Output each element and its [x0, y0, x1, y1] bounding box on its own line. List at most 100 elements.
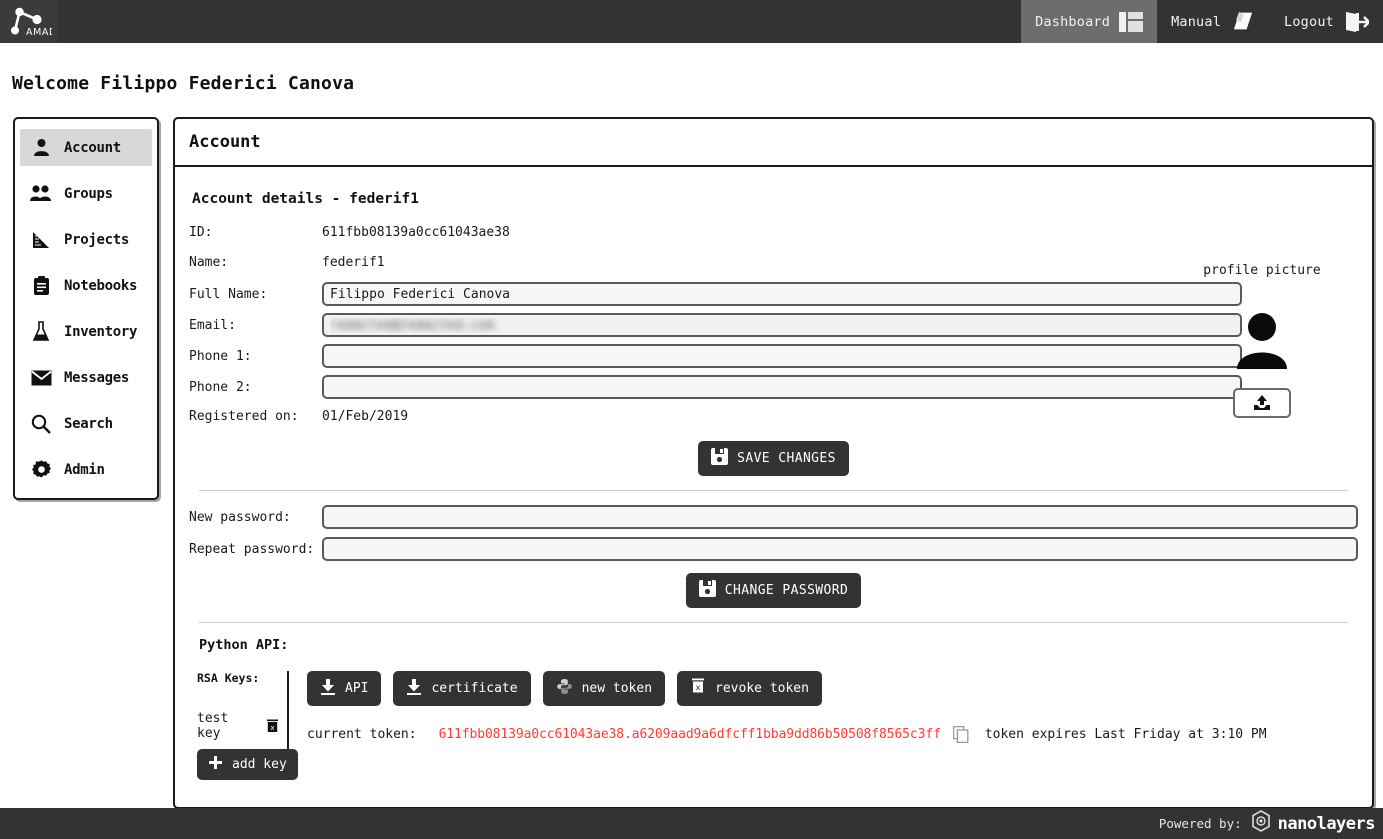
plus-icon	[208, 755, 223, 774]
registered-value: 01/Feb/2019	[322, 408, 409, 424]
change-password-button[interactable]: Change Password	[685, 573, 862, 608]
nav-dashboard[interactable]: Dashboard	[1021, 0, 1158, 43]
new-token-button[interactable]: new token	[542, 671, 666, 706]
save-icon	[711, 448, 729, 469]
phone2-input[interactable]	[322, 375, 1242, 399]
email-label: Email:	[189, 317, 236, 333]
person-icon	[30, 138, 52, 157]
sidebar-label-messages: Messages	[64, 369, 130, 386]
ruler-icon	[30, 230, 52, 250]
welcome-heading: Welcome Filippo Federici Canova	[12, 73, 355, 94]
page-title: Account	[189, 132, 261, 152]
clipboard-icon	[30, 275, 52, 296]
revoke-token-button[interactable]: x revoke token	[677, 671, 822, 706]
repeat-password-label: Repeat password:	[189, 541, 315, 557]
download-certificate-label: certificate	[431, 681, 518, 696]
new-password-label: New password:	[189, 509, 291, 525]
token-row: current token: 611fbb08139a0cc61043ae38.…	[307, 726, 1358, 743]
nav-logout[interactable]: Logout	[1270, 0, 1383, 43]
upload-icon	[1254, 395, 1270, 410]
account-form: ID: 611fbb08139a0cc61043ae38 Name: feder…	[189, 221, 1358, 427]
delete-icon[interactable]: x	[266, 719, 279, 733]
people-icon	[30, 184, 52, 203]
gear-icon	[30, 459, 52, 480]
nav-manual-label: Manual	[1171, 13, 1222, 30]
rsa-keys-column: RSA Keys: test key x add key	[189, 671, 298, 780]
avatar	[1231, 310, 1293, 376]
amad-logo-icon: AMAD	[10, 7, 52, 38]
save-changes-button[interactable]: Save Changes	[698, 441, 849, 476]
svg-text:x: x	[696, 683, 701, 692]
trash-icon: x	[690, 678, 706, 699]
revoke-token-label: revoke token	[715, 681, 809, 696]
change-password-row: Change Password	[189, 573, 1358, 608]
add-key-label: add key	[232, 757, 287, 772]
powered-by-label: Powered by:	[1158, 816, 1242, 831]
magnifier-icon	[30, 414, 52, 434]
sidebar-label-search: Search	[64, 415, 113, 432]
nanolayers-label: nanolayers	[1277, 813, 1376, 834]
add-key-button[interactable]: add key	[197, 749, 298, 780]
sidebar-item-notebooks[interactable]: Notebooks	[20, 267, 152, 304]
repeat-password-input[interactable]	[322, 537, 1358, 561]
id-value: 611fbb08139a0cc61043ae38	[322, 224, 510, 240]
python-api-heading: Python API:	[199, 637, 289, 653]
sidebar-item-account[interactable]: Account	[20, 129, 152, 166]
sidebar-item-groups[interactable]: Groups	[20, 175, 152, 212]
change-password-label: Change Password	[724, 583, 849, 598]
save-icon	[698, 580, 716, 601]
divider-1	[199, 490, 1348, 491]
panel-body: Account details - federif1 ID: 611fbb081…	[175, 167, 1372, 807]
phone1-input[interactable]	[322, 344, 1242, 368]
sidebar-label-inventory: Inventory	[64, 323, 138, 340]
new-password-input[interactable]	[322, 505, 1358, 529]
profile-caption: profile picture	[1203, 263, 1321, 278]
top-bar: AMAD Dashboard Manual Logo	[0, 0, 1383, 43]
sidebar-item-messages[interactable]: Messages	[20, 359, 152, 396]
token-expiry-text: token expires Last Friday at 3:10 PM	[984, 727, 1267, 742]
api-section: RSA Keys: test key x add key API certifi…	[189, 671, 1358, 780]
row-id: ID: 611fbb08139a0cc61043ae38	[189, 221, 1358, 243]
fullname-input[interactable]	[322, 282, 1242, 306]
logout-icon	[1343, 10, 1369, 34]
nav-logout-label: Logout	[1284, 13, 1334, 30]
id-label: ID:	[189, 224, 213, 240]
sidebar-label-projects: Projects	[64, 231, 130, 248]
sidebar-item-admin[interactable]: Admin	[20, 451, 152, 488]
footer: Powered by: nanolayers	[0, 808, 1383, 839]
current-token-label: current token:	[307, 727, 417, 742]
name-label: Name:	[189, 254, 229, 270]
download-api-button[interactable]: API	[307, 671, 382, 706]
api-buttons-row: API certificate new token x revoke token	[307, 671, 1358, 706]
flask-icon	[30, 321, 52, 342]
sidebar-label-notebooks: Notebooks	[64, 277, 138, 294]
row-repeat-password: Repeat password:	[189, 537, 1358, 561]
download-icon	[406, 678, 422, 699]
sidebar-item-inventory[interactable]: Inventory	[20, 313, 152, 350]
download-certificate-button[interactable]: certificate	[393, 671, 531, 706]
download-api-label: API	[345, 681, 369, 696]
svg-text:AMAD: AMAD	[26, 27, 52, 38]
top-navigation: Dashboard Manual Logout	[1021, 0, 1383, 43]
nanolayers-brand[interactable]: nanolayers	[1250, 810, 1376, 837]
api-column: API certificate new token x revoke token…	[289, 671, 1358, 780]
email-input[interactable]	[322, 313, 1242, 337]
copy-icon[interactable]	[952, 726, 969, 743]
phone1-label: Phone 1:	[189, 348, 252, 364]
sidebar-item-projects[interactable]: Projects	[20, 221, 152, 258]
sidebar-label-groups: Groups	[64, 185, 113, 202]
rsa-key-item: test key x	[197, 711, 279, 741]
current-token-value: 611fbb08139a0cc61043ae38.a6209aad9a6dfcf…	[438, 727, 941, 742]
rsa-keys-label: RSA Keys:	[197, 671, 260, 685]
book-icon	[1230, 10, 1256, 34]
nav-manual[interactable]: Manual	[1157, 0, 1270, 43]
divider-2	[199, 622, 1348, 623]
sidebar: Account Groups Projects Notebooks Invent…	[13, 117, 159, 500]
sidebar-item-search[interactable]: Search	[20, 405, 152, 442]
envelope-icon	[30, 370, 52, 386]
app-logo[interactable]: AMAD	[0, 0, 57, 43]
upload-picture-button[interactable]	[1233, 388, 1291, 418]
hexagon-logo-icon	[1250, 810, 1272, 837]
sidebar-label-admin: Admin	[64, 461, 105, 478]
save-changes-label: Save Changes	[737, 451, 836, 466]
